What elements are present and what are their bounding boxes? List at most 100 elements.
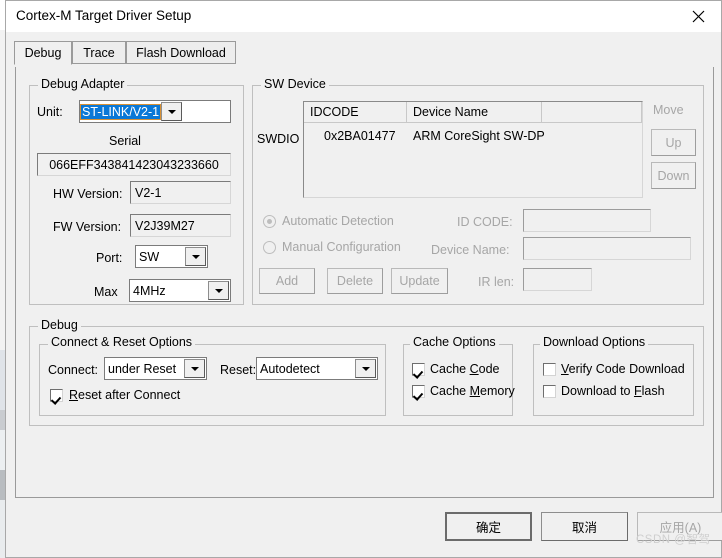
max-combobox[interactable]: 4MHz: [129, 279, 231, 302]
window-title: Cortex-M Target Driver Setup: [16, 8, 192, 23]
fw-version-label: FW Version:: [53, 220, 122, 234]
add-button[interactable]: Add: [259, 268, 315, 294]
port-label: Port:: [96, 251, 123, 265]
cache-memory-checkbox[interactable]: [412, 385, 425, 398]
reset-after-connect-label: Reset after Connect: [69, 388, 180, 402]
delete-button[interactable]: Delete: [327, 268, 383, 294]
download-to-flash-checkbox[interactable]: [543, 385, 556, 398]
cell-device-name: ARM CoreSight SW-DP: [413, 129, 545, 143]
flash-accel: F: [633, 384, 642, 398]
automatic-detection-label: Automatic Detection: [282, 214, 394, 228]
reset-after-connect-accel: R: [69, 388, 79, 402]
update-button-label: Update: [399, 274, 440, 288]
move-down-button-label: Down: [657, 168, 690, 183]
move-up-button[interactable]: Up: [651, 129, 696, 156]
max-label: Max: [94, 285, 118, 299]
column-header-idcode[interactable]: IDCODE: [304, 102, 407, 123]
download-options-group-title: Download Options: [540, 335, 649, 349]
ok-button-label: 确定: [475, 521, 501, 535]
column-header-blank[interactable]: [542, 102, 642, 123]
cell-idcode: 0x2BA01477: [324, 129, 396, 143]
connect-label: Connect:: [48, 363, 99, 377]
connect-combobox-value: under Reset: [108, 361, 177, 376]
debug-group-title: Debug: [38, 318, 81, 332]
unit-label: Unit:: [37, 105, 63, 119]
device-name-label: Device Name:: [431, 243, 510, 257]
reset-label: Reset:: [220, 363, 257, 377]
cache-code-label: Cache Code: [430, 362, 500, 376]
max-combobox-value: 4MHz: [133, 283, 166, 298]
port-combobox[interactable]: SW: [135, 245, 208, 268]
connect-combobox-chevron-down-icon[interactable]: [184, 359, 205, 378]
port-combobox-value: SW: [139, 249, 160, 264]
tab-strip: Debug Trace Flash Download: [14, 41, 714, 65]
connect-combobox[interactable]: under Reset: [104, 357, 207, 380]
id-code-label: ID CODE:: [457, 215, 513, 229]
reset-after-connect-checkbox[interactable]: [50, 389, 63, 402]
connect-reset-options-group: [39, 344, 386, 416]
tab-trace[interactable]: Trace: [72, 41, 126, 64]
tab-trace-label: Trace: [83, 45, 115, 60]
unit-combobox-chevron-down-icon[interactable]: [161, 102, 183, 121]
tab-flash-download[interactable]: Flash Download: [126, 41, 236, 64]
verify-code-download-checkbox[interactable]: [543, 363, 556, 376]
cancel-button-label: 取消: [571, 521, 597, 535]
delete-button-label: Delete: [336, 274, 374, 288]
ok-button[interactable]: 确定: [445, 512, 532, 541]
cancel-button[interactable]: 取消: [541, 512, 628, 541]
unit-combobox-value: ST-LINK/V2-1: [79, 103, 162, 120]
sw-device-list[interactable]: IDCODE Device Name 0x2BA01477 ARM CoreSi…: [303, 101, 643, 198]
flash-post: lash: [641, 384, 665, 398]
cache-code-pre: Cache: [430, 362, 470, 376]
ir-len-label: IR len:: [478, 275, 515, 289]
tab-seam: [15, 64, 65, 66]
move-label: Move: [653, 103, 684, 117]
column-header-device-name[interactable]: Device Name: [407, 102, 542, 123]
move-up-button-label: Up: [665, 135, 682, 150]
tab-flash-download-label: Flash Download: [136, 45, 226, 60]
tab-debug[interactable]: Debug: [14, 41, 72, 65]
port-combobox-chevron-down-icon[interactable]: [185, 247, 206, 266]
verify-post: erify Code Download: [568, 362, 685, 376]
reset-combobox-chevron-down-icon[interactable]: [355, 359, 376, 378]
ir-len-field[interactable]: [523, 268, 592, 291]
cache-memory-pre: Cache: [430, 384, 470, 398]
cortex-m-target-driver-setup-dialog: Cortex-M Target Driver Setup Debug Trace…: [5, 0, 722, 558]
cache-memory-post: emory: [480, 384, 515, 398]
reset-combobox[interactable]: Autodetect: [256, 357, 378, 380]
watermark: CSDN @智驾: [636, 534, 711, 546]
cache-options-group-title: Cache Options: [410, 335, 499, 349]
add-button-label: Add: [275, 274, 299, 288]
cache-memory-accel: M: [469, 384, 481, 398]
reset-after-connect-rest: eset after Connect: [78, 388, 181, 402]
automatic-detection-radio[interactable]: [263, 215, 276, 228]
verify-code-download-label: Verify Code Download: [561, 362, 685, 376]
hw-version-field: V2-1: [130, 181, 231, 204]
update-button[interactable]: Update: [391, 268, 448, 294]
flash-pre: Download to: [561, 384, 634, 398]
download-options-group: [533, 344, 694, 416]
title-bar: Cortex-M Target Driver Setup: [6, 1, 721, 32]
connect-reset-options-group-title: Connect & Reset Options: [48, 335, 196, 349]
cache-options-group: [403, 344, 513, 416]
device-name-field[interactable]: [523, 237, 691, 260]
cache-memory-label: Cache Memory: [430, 384, 515, 398]
sw-device-group-title: SW Device: [261, 77, 329, 91]
tab-debug-label: Debug: [24, 46, 62, 60]
swdio-label: SWDIO: [257, 132, 300, 146]
serial-label: Serial: [109, 134, 141, 148]
unit-combobox[interactable]: ST-LINK/V2-1: [79, 100, 231, 123]
close-icon[interactable]: [675, 1, 721, 31]
max-combobox-chevron-down-icon[interactable]: [208, 281, 229, 300]
fw-version-field: V2J39M27: [130, 214, 231, 237]
move-down-button[interactable]: Down: [651, 162, 696, 189]
verify-accel: V: [561, 362, 569, 376]
cache-code-accel: C: [469, 362, 479, 376]
cache-code-checkbox[interactable]: [412, 363, 425, 376]
manual-configuration-radio[interactable]: [263, 241, 276, 254]
manual-configuration-label: Manual Configuration: [282, 240, 401, 254]
reset-combobox-value: Autodetect: [260, 361, 320, 376]
id-code-field[interactable]: [523, 209, 651, 232]
debug-adapter-group-title: Debug Adapter: [38, 77, 128, 91]
download-to-flash-label: Download to Flash: [561, 384, 665, 398]
